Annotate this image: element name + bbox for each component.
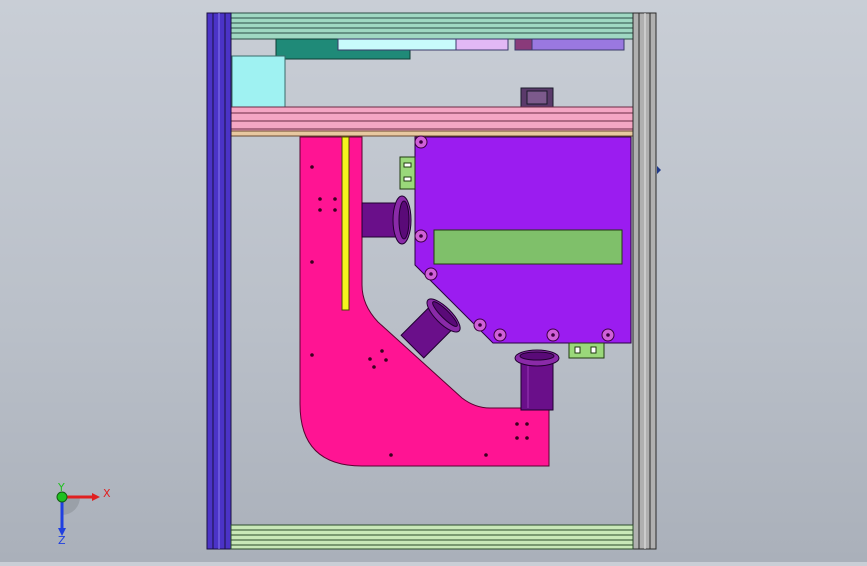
inspection-window [433, 229, 623, 265]
top-rail [230, 12, 634, 40]
cyan-block [231, 55, 286, 108]
plum-block [514, 38, 533, 51]
x-axis-label: X [103, 487, 111, 500]
pink-rail [230, 106, 634, 137]
y-axis-label: Y [57, 481, 65, 494]
yellow-strip [341, 136, 350, 311]
bottom-rail [230, 524, 634, 550]
cad-viewport[interactable]: X Y Z [0, 0, 867, 562]
right-frame-column [632, 12, 657, 550]
edge-marker [657, 166, 661, 174]
z-axis-label: Z [58, 534, 66, 547]
cyan-bar [337, 38, 457, 51]
left-frame-column [206, 12, 232, 550]
violet-bar [531, 38, 625, 51]
horizontal-nozzle [361, 195, 412, 245]
cad-model-canvas[interactable]: X Y Z [0, 0, 867, 562]
lilac-bar [455, 38, 509, 51]
left-clip [399, 156, 416, 190]
bottom-clip [568, 342, 605, 359]
coordinate-triad: X Y Z [56, 481, 111, 547]
vertical-nozzle [514, 349, 560, 411]
